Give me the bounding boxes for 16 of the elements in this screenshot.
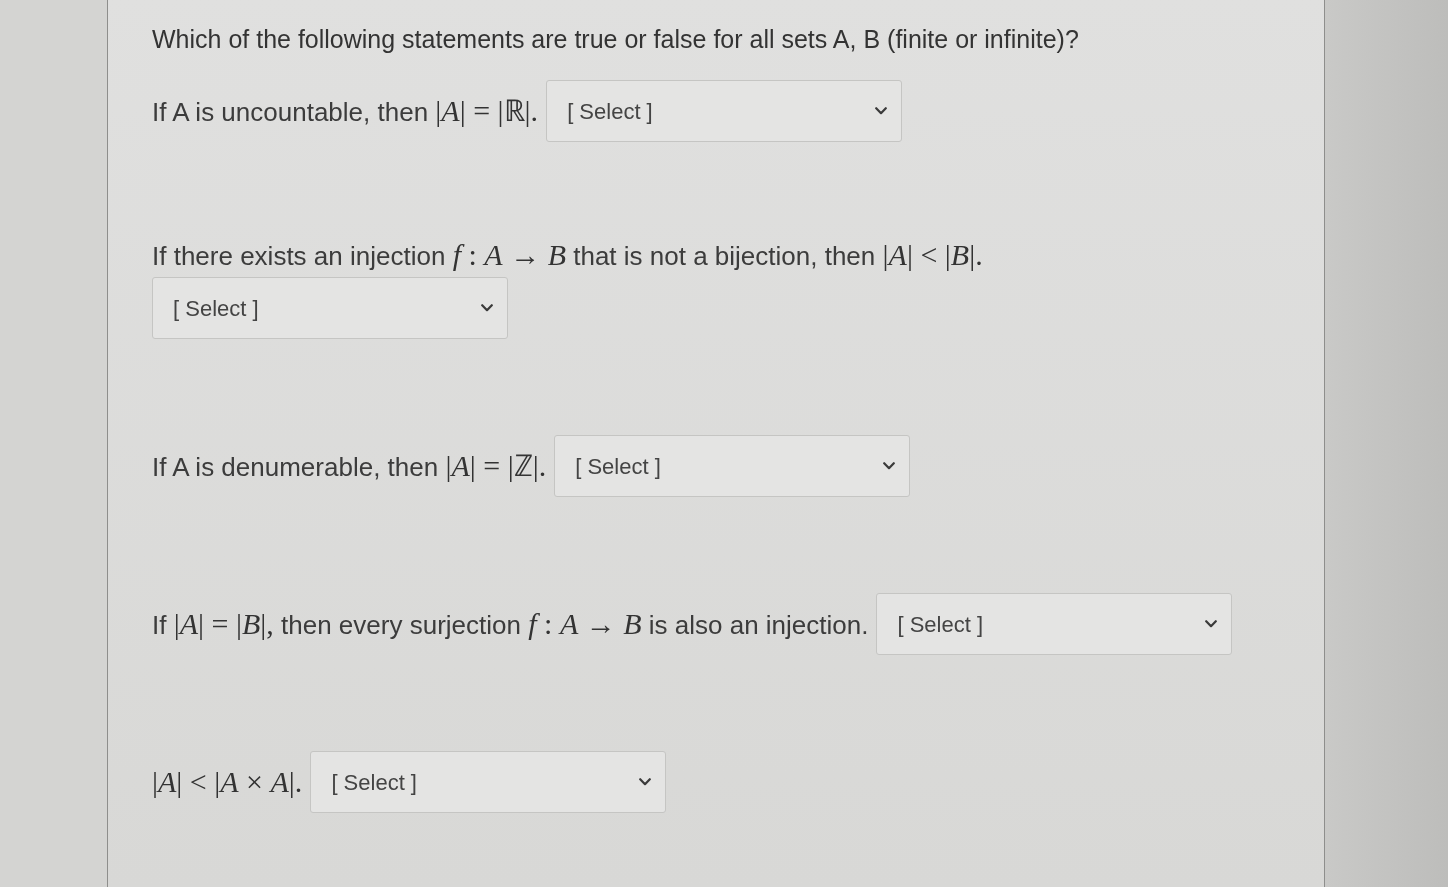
statement-text: If |A| = |B|, then every surjection f : A → B is also an injection. (152, 606, 869, 642)
chevron-down-icon (883, 462, 896, 470)
chevron-down-icon (1205, 620, 1218, 628)
chevron-down-icon (481, 304, 493, 312)
dropdown[interactable]: [ Select ] (310, 751, 667, 813)
dropdown[interactable]: [ Select ] (876, 593, 1233, 655)
statement-text: If A is uncountable, then |A| = |ℝ|. (152, 93, 539, 129)
statement-text: |A| < |A × A|. (152, 764, 303, 800)
statement-text: If A is denumerable, then |A| = |ℤ|. (152, 448, 547, 484)
dropdown[interactable]: [ Select ] (546, 80, 903, 142)
question-text: Which of the following statements are true or false for all sets A, B (finite or infinite)? (152, 24, 1079, 55)
statement-text: If there exists an injection f : A → B that is not a bijection, then |A| < |B|. (152, 238, 983, 273)
dropdown[interactable]: [ Select ] (152, 277, 508, 339)
chevron-down-icon (875, 107, 888, 115)
chevron-down-icon (639, 778, 652, 786)
dropdown[interactable]: [ Select ] (554, 435, 911, 497)
